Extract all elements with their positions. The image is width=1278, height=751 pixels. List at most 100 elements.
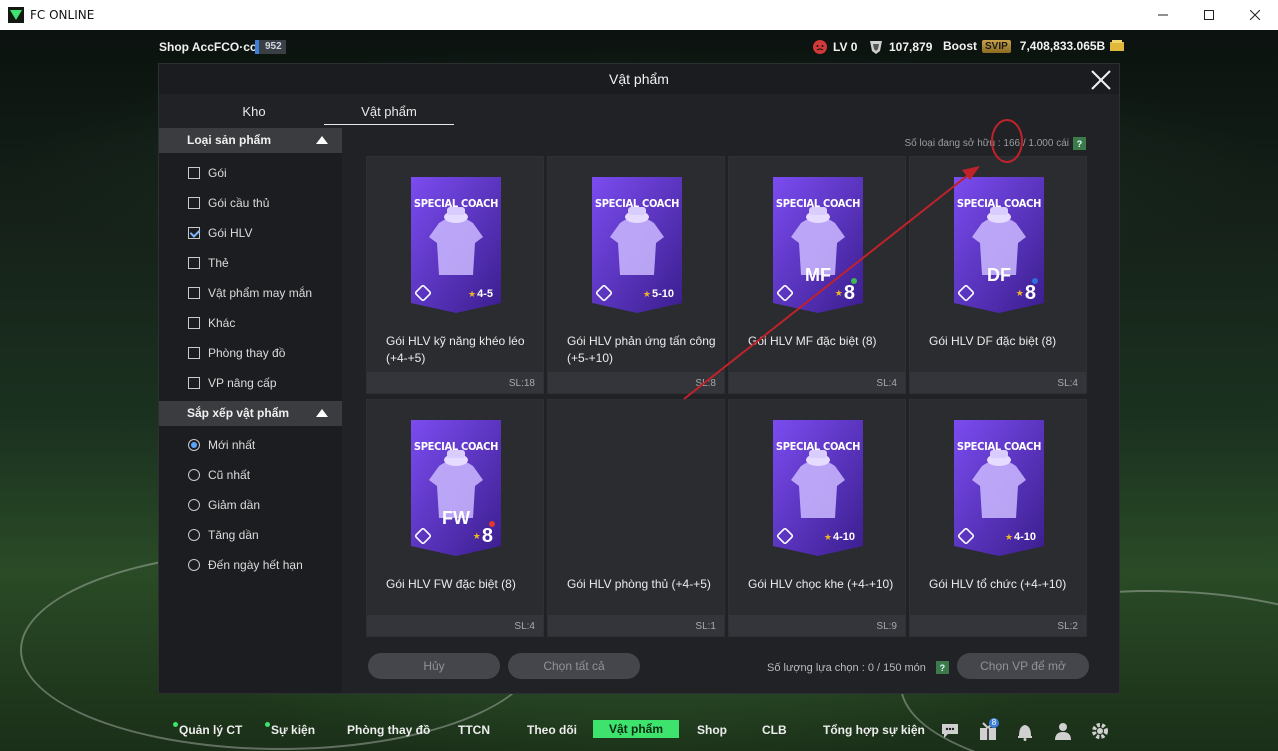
sort-option-newest[interactable]: Mới nhất [188,437,255,453]
coin-icon [1110,40,1125,51]
filter-option-vp-nang-cap[interactable]: VP nâng cấp [188,375,277,391]
star-icon: ★ [468,289,477,299]
sort-option-oldest[interactable]: Cũ nhất [188,467,250,483]
card-value: ★8 [835,282,855,305]
cancel-button[interactable]: Hủy [368,653,500,679]
star-icon: ★ [1015,288,1024,299]
sort-header[interactable]: Sắp xếp vật phẩm [159,401,342,426]
checkbox[interactable] [188,347,200,359]
filter-option-phong-thay-do[interactable]: Phòng thay đồ [188,345,285,361]
settings-icon[interactable] [1089,720,1111,742]
sort-option-expiry[interactable]: Đến ngày hết hạn [188,557,303,573]
shop-name: Shop AccFCO·com [159,40,268,54]
filter-option-goi-hlv[interactable]: Gói HLV [188,225,252,241]
item-quantity: SL:2 [1057,621,1078,632]
radio[interactable] [188,529,200,541]
option-label: Phòng thay đồ [208,346,286,360]
card-value-text: 5-10 [651,288,674,300]
close-icon [1250,10,1260,20]
level-label: LV 0 [833,40,858,54]
collapse-arrow-icon[interactable] [316,136,328,144]
close-window-button[interactable] [1232,0,1278,30]
item-card[interactable]: SPECIAL COACH ★4-5 Gói HLV kỹ năng khéo lé… [366,156,544,394]
profile-icon[interactable] [1052,720,1074,742]
chat-icon[interactable] [939,720,961,742]
checkbox[interactable] [188,167,200,179]
modal-tabs: Kho Vật phẩm [159,94,459,126]
checkbox[interactable] [188,317,200,329]
card-value-text: 4-10 [1013,531,1036,543]
close-modal-icon[interactable] [1089,68,1113,92]
item-name: Gói HLV chọc khe (+4-+10) [748,577,894,591]
nav-quan-ly-ct[interactable]: Quản lý CT [179,723,242,737]
item-card[interactable]: SPECIAL COACH DF ★8 Gói HLV DF đặc biệt (8)… [909,156,1087,394]
svip-badge: SVIP [982,39,1011,53]
checkbox-checked[interactable] [188,227,200,239]
item-name: Gói HLV phòng thủ (+4-+5) [567,577,711,591]
card-value-text: 8 [1024,282,1036,304]
tab-vat-pham[interactable]: Vật phẩm [324,104,454,125]
product-type-title: Loại sản phẩm [187,133,272,147]
items-grid: SPECIAL COACH ★4-5 Gói HLV kỹ năng khéo lé… [366,156,1088,638]
bottom-nav: Quản lý CT Sự kiện Phòng thay đồ TTCN Th… [159,716,1119,746]
filter-option-khac[interactable]: Khác [188,315,235,331]
checkbox[interactable] [188,377,200,389]
select-count-label: Số lượng lựa chọn : 0 / 150 món [767,661,926,674]
shop-count-badge: 952 [255,40,286,54]
notification-badge: 8 [989,718,999,728]
filter-option-goi-cau-thu[interactable]: Gói cầu thủ [188,195,269,211]
filter-option-vat-pham-may-man[interactable]: Vật phẩm may mắn [188,285,312,301]
item-card[interactable]: SPECIAL COACH ★5-10 Gói HLV phản ứng tấn c… [547,156,725,394]
card-value-text: 8 [843,282,855,304]
nav-theo-doi[interactable]: Theo dõi [527,723,577,737]
sort-option-ascending[interactable]: Tăng dần [188,527,259,543]
item-card[interactable]: SPECIAL COACH MF ★8 Gói HLV MF đặc biệt (8)… [728,156,906,394]
option-label: Gói [208,166,227,180]
nav-tong-hop-su-kien[interactable]: Tổng hợp sự kiện [823,723,925,737]
checkbox[interactable] [188,287,200,299]
radio[interactable] [188,559,200,571]
item-card[interactable]: SPECIAL COACH ★4-10 Gói HLV tổ chức (+4-+1… [909,399,1087,637]
option-label: VP nâng cấp [208,376,277,390]
maximize-button[interactable] [1186,0,1232,30]
bell-icon[interactable] [1014,720,1036,742]
collapse-arrow-icon[interactable] [316,409,328,417]
nav-ttcn[interactable]: TTCN [458,723,490,737]
item-card[interactable]: SPECIAL COACH FW ★8 Gói HLV FW đặc biệt (8)… [366,399,544,637]
option-label: Khác [208,316,236,330]
checkbox[interactable] [188,257,200,269]
card-title-text: SPECIAL COACH [413,440,499,453]
filter-option-goi[interactable]: Gói [188,165,227,181]
tab-kho[interactable]: Kho [189,104,319,119]
item-card[interactable]: SPECIAL COACH ★4-10 Gói HLV chọc khe (+4-+… [728,399,906,637]
nav-clb[interactable]: CLB [762,723,787,737]
radio[interactable] [188,499,200,511]
nav-vat-pham[interactable]: Vật phẩm [593,720,680,738]
open-items-button[interactable]: Chọn VP để mở [957,653,1089,679]
item-card[interactable]: Gói HLV phòng thủ (+4-+5) SL:1 [547,399,725,637]
nav-su-kien[interactable]: Sự kiện [271,723,315,737]
nav-shop[interactable]: Shop [697,723,727,737]
shield-icon [870,41,882,54]
sort-option-descending[interactable]: Giảm dần [188,497,260,513]
top-status-bar: Shop AccFCO·com 952 LV 0 107,879 Boost S… [0,38,1278,58]
radio[interactable] [188,469,200,481]
filter-option-the[interactable]: Thẻ [188,255,229,271]
help-icon[interactable]: ? [1073,137,1086,150]
item-name: Gói HLV tổ chức (+4-+10) [929,577,1067,591]
bp-value: 7,408,833.065B [1019,39,1106,53]
item-name: Gói HLV kỹ năng khéo léo (+4-+5) [386,334,525,365]
star-icon: ★ [834,288,843,299]
product-type-header[interactable]: Loại sản phẩm [159,128,342,153]
checkbox[interactable] [188,197,200,209]
nav-phong-thay-do[interactable]: Phòng thay đồ [347,723,430,737]
option-label: Thẻ [208,256,229,270]
select-all-button[interactable]: Chọn tất cả [508,653,640,679]
option-label: Mới nhất [208,438,256,452]
minimize-button[interactable] [1140,0,1186,30]
radio-selected[interactable] [188,439,200,451]
help-icon[interactable]: ? [935,661,949,674]
filter-sidebar: Loại sản phẩm Gói Gói cầu thủ Gói HLV Th… [159,128,342,693]
items-modal: Vật phẩm Kho Vật phẩm Loại sản phẩm Gói … [159,64,1119,693]
star-icon: ★ [642,289,651,299]
